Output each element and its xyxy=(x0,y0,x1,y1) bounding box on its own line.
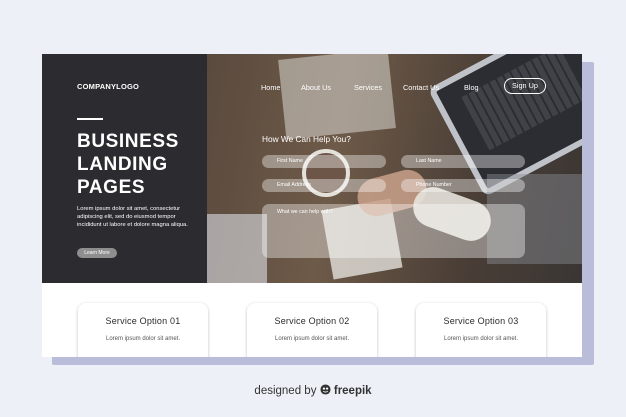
email-field[interactable] xyxy=(262,179,386,192)
service-card[interactable]: Service Option 03 Lorem ipsum dolor sit … xyxy=(416,303,546,357)
service-title: Service Option 03 xyxy=(443,316,519,326)
headline-line-3: PAGES xyxy=(77,177,146,198)
phone-field[interactable] xyxy=(401,179,525,192)
service-title: Service Option 02 xyxy=(274,316,350,326)
headline-line-2: LANDING xyxy=(77,154,168,175)
company-logo[interactable]: COMPANYLOGO xyxy=(77,82,139,91)
service-title: Service Option 01 xyxy=(105,316,181,326)
hero-sidebar: COMPANYLOGO BUSINESS LANDING PAGES Lorem… xyxy=(42,54,207,283)
hero-section: COMPANYLOGO BUSINESS LANDING PAGES Lorem… xyxy=(42,54,582,283)
first-name-field[interactable] xyxy=(262,155,386,168)
hero-description: Lorem ipsum dolor sit amet, consectetur … xyxy=(77,206,188,229)
nav-item-contact-us[interactable]: Contact Us xyxy=(403,83,439,92)
service-card[interactable]: Service Option 02 Lorem ipsum dolor sit … xyxy=(247,303,377,357)
message-field[interactable] xyxy=(262,204,525,258)
service-card[interactable]: Service Option 01 Lorem ipsum dolor sit … xyxy=(78,303,208,357)
form-title: How We Can Help You? xyxy=(262,134,351,144)
service-description: Lorem ipsum dolor sit amet. xyxy=(274,336,350,342)
landing-page: COMPANYLOGO BUSINESS LANDING PAGES Lorem… xyxy=(42,54,582,357)
nav-item-services[interactable]: Services xyxy=(354,83,382,92)
attribution-footer: designed by freepik xyxy=(0,384,626,397)
nav-item-blog[interactable]: Blog xyxy=(464,83,479,92)
sign-up-button[interactable]: Sign Up xyxy=(504,78,546,94)
nav-item-about-us[interactable]: About Us xyxy=(301,83,331,92)
attribution-brand[interactable]: freepik xyxy=(334,385,372,397)
learn-more-button[interactable]: Learn More xyxy=(77,248,117,258)
page-title: BUSINESS LANDING PAGES xyxy=(77,130,207,199)
service-description: Lorem ipsum dolor sit amet. xyxy=(443,336,519,342)
attribution-prefix: designed by xyxy=(254,385,317,397)
headline-line-1: BUSINESS xyxy=(77,131,179,152)
divider xyxy=(77,118,103,120)
nav-item-home[interactable]: Home xyxy=(261,83,280,92)
freepik-logo-icon xyxy=(320,384,331,395)
service-description: Lorem ipsum dolor sit amet. xyxy=(105,336,181,342)
last-name-field[interactable] xyxy=(401,155,525,168)
